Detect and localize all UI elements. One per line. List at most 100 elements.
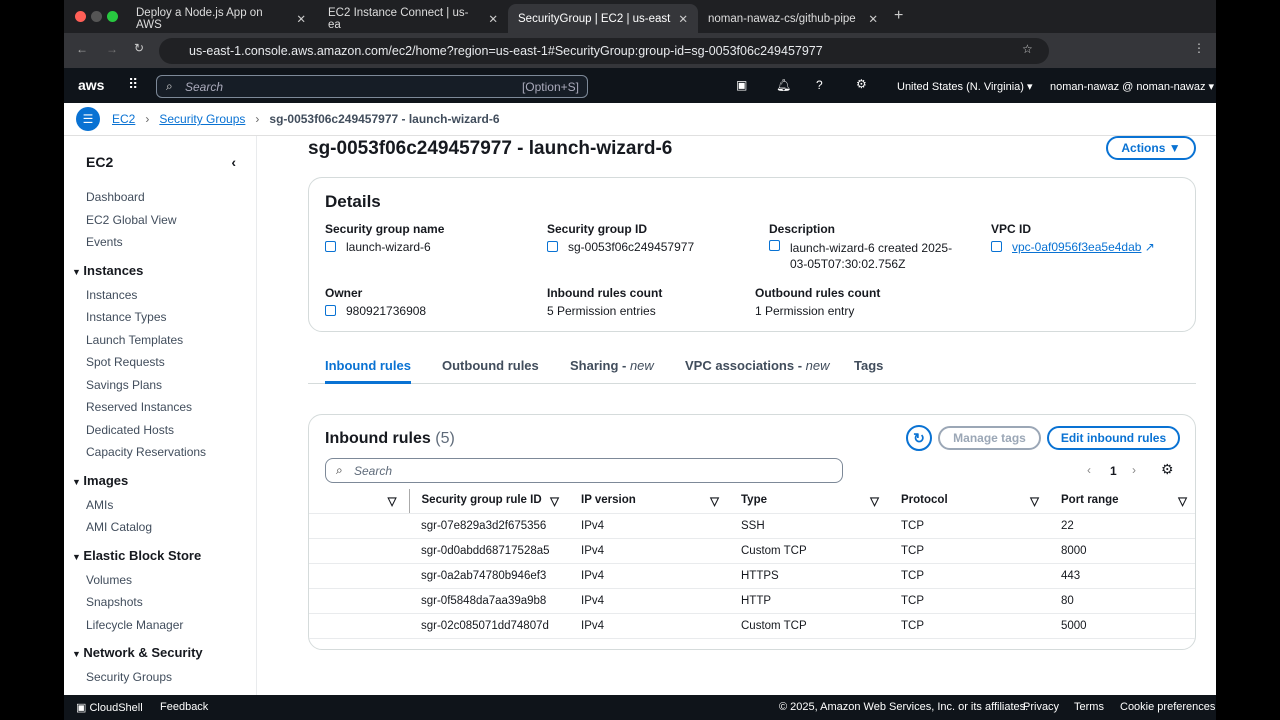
column-header[interactable]: IP version ▽ <box>569 489 729 514</box>
sidebar-item[interactable]: Spot Requests <box>86 351 256 374</box>
actions-button[interactable]: Actions ▼ <box>1106 136 1196 160</box>
new-badge: new <box>805 358 830 373</box>
sort-filter-icon[interactable]: ▽ <box>1178 494 1187 508</box>
prev-page-icon[interactable]: ‹ <box>1087 463 1091 477</box>
sidebar-item[interactable]: Launch Templates <box>86 329 256 352</box>
reload-icon[interactable]: ↻ <box>134 41 144 55</box>
tab-vpc-associations[interactable]: VPC associations - new <box>685 358 830 373</box>
column-header[interactable]: Security group rule ID ▽ <box>409 489 569 514</box>
refresh-button[interactable]: ↻ <box>906 425 932 451</box>
bookmark-star-icon[interactable]: ☆ <box>1022 42 1033 56</box>
sort-filter-icon[interactable]: ▽ <box>1030 494 1039 508</box>
table-cell: 8000 <box>1049 538 1195 564</box>
terms-link[interactable]: Terms <box>1074 701 1104 713</box>
table-cell: HTTPS <box>729 563 889 589</box>
account-menu[interactable]: noman-nawaz @ noman-nawaz ▾ <box>1050 80 1214 93</box>
collapse-sidebar-icon[interactable]: ‹ <box>231 154 236 170</box>
rules-search-input[interactable]: ⌕ Search <box>325 458 843 483</box>
close-tab-icon[interactable]: ✕ <box>488 12 498 26</box>
page-number[interactable]: 1 <box>1110 464 1117 478</box>
search-input[interactable]: ⌕ Search [Option+S] <box>156 75 588 98</box>
gear-icon[interactable]: ⚙ <box>856 77 867 91</box>
copy-icon[interactable] <box>547 241 558 252</box>
browser-tab[interactable]: Deploy a Node.js App on AWS ✕ <box>126 4 316 33</box>
sort-filter-icon[interactable]: ▽ <box>870 494 879 508</box>
sidebar-item[interactable]: Dedicated Hosts <box>86 419 256 442</box>
tab-tags[interactable]: Tags <box>854 358 883 373</box>
url-input[interactable]: us-east-1.console.aws.amazon.com/ec2/hom… <box>159 38 1049 64</box>
menu-toggle-button[interactable]: ☰ <box>76 107 100 131</box>
services-grid-icon[interactable]: ⠿ <box>128 76 138 93</box>
sidebar-item[interactable]: AMI Catalog <box>86 516 256 539</box>
sidebar-item[interactable]: Lifecycle Manager <box>86 614 256 637</box>
tab-inbound-rules[interactable]: Inbound rules <box>325 358 411 384</box>
column-header[interactable]: Port range ▽ <box>1049 489 1195 514</box>
column-header[interactable]: Type ▽ <box>729 489 889 514</box>
sidebar-item[interactable]: Volumes <box>86 569 256 592</box>
sidebar-item[interactable]: EC2 Global View <box>86 209 256 232</box>
column-header[interactable]: Protocol ▽ <box>889 489 1049 514</box>
sg-name-label: Security group name <box>325 222 445 236</box>
next-page-icon[interactable]: › <box>1132 463 1136 477</box>
feedback-link[interactable]: Feedback <box>160 701 208 713</box>
cookie-preferences-link[interactable]: Cookie preferences <box>1120 701 1215 713</box>
copy-icon[interactable] <box>769 240 780 251</box>
copy-icon[interactable] <box>325 305 336 316</box>
browser-tab[interactable]: EC2 Instance Connect | us-ea ✕ <box>318 4 508 33</box>
region-selector[interactable]: United States (N. Virginia) ▾ <box>897 80 1033 93</box>
copy-icon[interactable] <box>325 241 336 252</box>
help-icon[interactable]: ? <box>816 78 823 92</box>
close-tab-icon[interactable]: ✕ <box>868 12 878 26</box>
column-label: Type <box>741 493 767 506</box>
breadcrumb-security-groups[interactable]: Security Groups <box>159 112 245 126</box>
sidebar-item[interactable]: AMIs <box>86 494 256 517</box>
sidebar-item[interactable]: Reserved Instances <box>86 396 256 419</box>
browser-tab[interactable]: noman-nawaz-cs/github-pipe ✕ <box>698 4 888 33</box>
filter-icon[interactable]: ▽ <box>388 496 397 508</box>
cloudshell-link[interactable]: ▣ CloudShell <box>76 701 143 714</box>
sidebar-item[interactable]: Instance Types <box>86 306 256 329</box>
close-tab-icon[interactable]: ✕ <box>296 12 306 26</box>
breadcrumb-ec2[interactable]: EC2 <box>112 112 135 126</box>
table-row[interactable]: sgr-0a2ab74780b946ef3 IPv4 HTTPS TCP 443 <box>309 563 1195 589</box>
vpc-id-link[interactable]: vpc-0af0956f3ea5e4dab <box>1012 240 1141 254</box>
browser-tab-active[interactable]: SecurityGroup | EC2 | us-east ✕ <box>508 4 698 33</box>
aws-logo[interactable]: aws <box>78 77 104 93</box>
cloudshell-icon[interactable]: ▣ <box>736 78 747 92</box>
close-window-button[interactable] <box>75 11 86 22</box>
manage-tags-button[interactable]: Manage tags <box>938 426 1041 450</box>
minimize-window-button[interactable] <box>91 11 102 22</box>
sidebar-item[interactable]: Capacity Reservations <box>86 441 256 464</box>
table-row[interactable]: sgr-07e829a3d2f675356 IPv4 SSH TCP 22 <box>309 513 1195 539</box>
sidebar-section-header[interactable]: Network & Security <box>72 640 256 666</box>
details-title: Details <box>325 192 381 211</box>
sidebar-section-header[interactable]: Images <box>72 468 256 494</box>
maximize-window-button[interactable] <box>107 11 118 22</box>
new-tab-button[interactable]: + <box>894 7 903 25</box>
sort-filter-icon[interactable]: ▽ <box>710 494 719 508</box>
sidebar-item[interactable]: Dashboard <box>86 186 256 209</box>
copy-icon[interactable] <box>991 241 1002 252</box>
table-cell: Custom TCP <box>729 613 889 639</box>
tab-outbound-rules[interactable]: Outbound rules <box>442 358 539 373</box>
table-row[interactable]: sgr-0f5848da7aa39a9b8 IPv4 HTTP TCP 80 <box>309 588 1195 614</box>
edit-inbound-rules-button[interactable]: Edit inbound rules <box>1047 426 1180 450</box>
menu-icon[interactable]: ⋮ <box>1193 41 1205 55</box>
table-row[interactable]: sgr-0d0abdd68717528a5 IPv4 Custom TCP TCP 80… <box>309 538 1195 564</box>
tab-sharing[interactable]: Sharing - new <box>570 358 654 373</box>
sidebar-item[interactable]: Snapshots <box>86 591 256 614</box>
sidebar-item[interactable]: Savings Plans <box>86 374 256 397</box>
privacy-link[interactable]: Privacy <box>1023 701 1059 713</box>
sidebar-item[interactable]: Security Groups <box>86 666 256 689</box>
bell-icon[interactable]: 🔔︎ <box>776 78 791 92</box>
close-tab-icon[interactable]: ✕ <box>678 12 688 26</box>
sort-filter-icon[interactable]: ▽ <box>550 494 559 508</box>
table-settings-icon[interactable]: ⚙ <box>1161 461 1174 478</box>
forward-icon[interactable]: → <box>106 42 118 56</box>
back-icon[interactable]: ← <box>76 42 88 56</box>
table-row[interactable]: sgr-02c085071dd74807d IPv4 Custom TCP TCP 50… <box>309 613 1195 639</box>
sidebar-section-header[interactable]: Elastic Block Store <box>72 543 256 569</box>
sidebar-section-header[interactable]: Instances <box>72 258 256 284</box>
sidebar-item[interactable]: Instances <box>86 284 256 307</box>
sidebar-item[interactable]: Events <box>86 231 256 254</box>
